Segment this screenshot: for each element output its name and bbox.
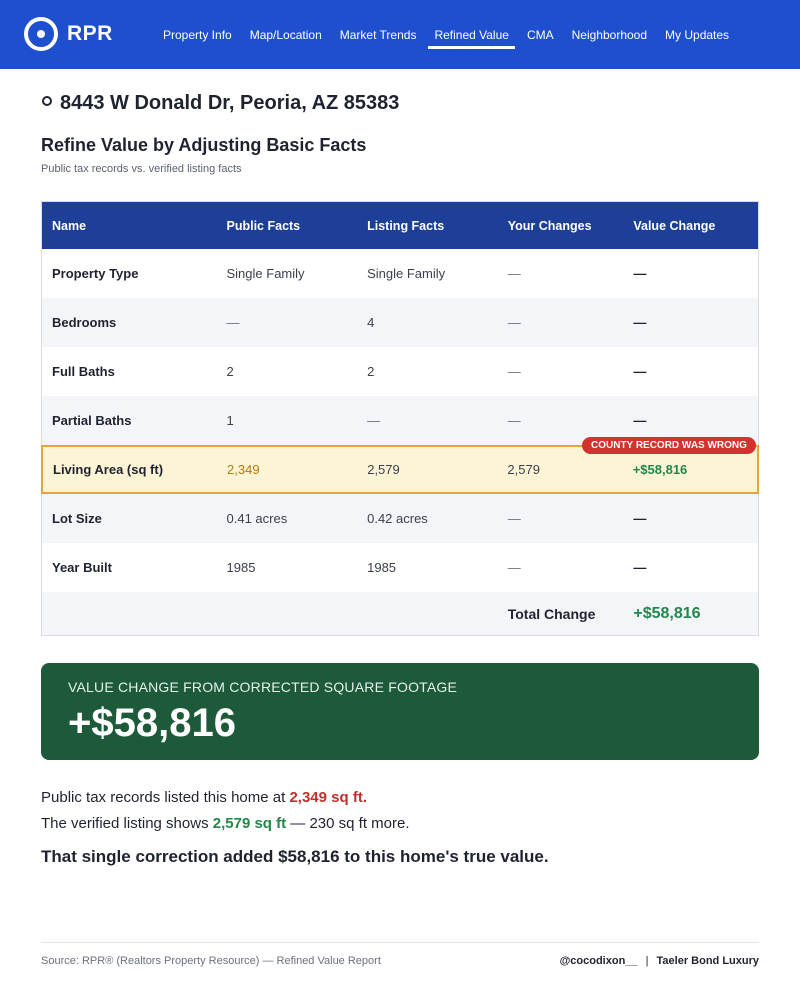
listing-line: The verified listing shows 2,579 sq ft —… <box>41 815 410 832</box>
col-header-listing: Listing Facts <box>367 218 445 233</box>
public-fact: 2 <box>226 364 234 379</box>
your-change[interactable]: — <box>508 511 634 526</box>
rpr-logo-icon <box>24 17 58 51</box>
tax-record-text: Public tax records listed this home at <box>41 789 286 806</box>
row-name: Living Area (sq ft) <box>53 462 164 477</box>
row-name: Property Type <box>52 266 139 281</box>
address-text: 8443 W Donald Dr, Peoria, AZ 85383 <box>60 92 400 114</box>
footer-brokerage: Taeler Bond Luxury <box>656 955 759 967</box>
your-change[interactable]: 2,579 <box>507 462 632 477</box>
listing-fact: 2 <box>367 364 375 379</box>
row-name: Partial Baths <box>52 413 132 428</box>
table-row-highlighted[interactable]: COUNTY RECORD WAS WRONG Living Area (sq … <box>41 437 759 494</box>
your-change[interactable]: — <box>508 413 634 428</box>
listing-sqft: 2,579 sq ft <box>212 815 287 832</box>
your-change[interactable]: — <box>508 364 634 379</box>
public-fact: — <box>226 315 240 330</box>
table-row[interactable]: Full Baths 2 2 — — <box>42 347 758 396</box>
table-row[interactable]: Lot Size 0.41 acres 0.42 acres — — <box>42 494 758 543</box>
listing-fact: Single Family <box>367 266 446 281</box>
your-change[interactable]: — <box>508 315 634 330</box>
section-subtitle: Public tax records vs. verified listing … <box>41 163 242 175</box>
table-row[interactable]: Bedrooms — 4 — — <box>42 298 758 347</box>
table-header-row: Name Public Facts Listing Facts Your Cha… <box>42 202 758 249</box>
col-header-public: Public Facts <box>226 218 301 233</box>
main-nav: Property Info Map/Location Market Trends… <box>154 0 738 69</box>
tax-record-sqft: 2,349 sq ft. <box>289 789 367 806</box>
nav-cma[interactable]: CMA <box>518 0 563 69</box>
property-address: 8443 W Donald Dr, Peoria, AZ 85383 <box>42 92 399 115</box>
nav-property-info[interactable]: Property Info <box>154 0 241 69</box>
public-fact: 0.41 acres <box>226 511 288 526</box>
col-header-value-change: Value Change <box>633 218 716 233</box>
total-change-label: Total Change <box>507 605 596 622</box>
listing-fact: — <box>367 413 381 428</box>
your-change[interactable]: — <box>508 560 634 575</box>
callout-label: VALUE CHANGE FROM CORRECTED SQUARE FOOTA… <box>68 679 458 695</box>
callout-value: +$58,816 <box>68 701 236 745</box>
listing-diff-text: — 230 sq ft more. <box>290 815 410 832</box>
table-row[interactable]: Property Type Single Family Single Famil… <box>42 249 758 298</box>
value-change: — <box>633 413 647 428</box>
your-change[interactable]: — <box>508 266 634 281</box>
footer-handle[interactable]: @cocodixon__ <box>560 955 638 967</box>
conclusion-text: That single correction added $58,816 to … <box>41 847 549 866</box>
basic-facts-table: Name Public Facts Listing Facts Your Cha… <box>41 201 759 636</box>
listing-fact: 0.42 acres <box>367 511 428 526</box>
location-pin-icon <box>42 96 52 106</box>
section-title: Refine Value by Adjusting Basic Facts <box>41 135 367 155</box>
tax-record-line: Public tax records listed this home at 2… <box>41 789 367 806</box>
listing-fact: 4 <box>367 315 375 330</box>
nav-my-updates[interactable]: My Updates <box>656 0 738 69</box>
nav-market-trends[interactable]: Market Trends <box>331 0 426 69</box>
value-change: — <box>633 511 647 526</box>
listing-fact: 2,579 <box>367 462 400 477</box>
col-header-changes: Your Changes <box>507 218 592 233</box>
value-change-callout: VALUE CHANGE FROM CORRECTED SQUARE FOOTA… <box>41 663 759 760</box>
rpr-logo[interactable]: RPR <box>24 17 113 51</box>
row-name: Bedrooms <box>52 315 117 330</box>
row-name: Lot Size <box>52 511 102 526</box>
public-fact: 1985 <box>226 560 256 575</box>
top-nav-bar: RPR Property Info Map/Location Market Tr… <box>0 0 800 69</box>
footer-credits: @cocodixon__ | Taeler Bond Luxury <box>560 955 759 967</box>
row-name: Full Baths <box>52 364 115 379</box>
col-header-name: Name <box>52 218 87 233</box>
footer-divider <box>41 942 759 943</box>
value-change: — <box>633 266 647 281</box>
nav-neighborhood[interactable]: Neighborhood <box>563 0 656 69</box>
listing-fact: 1985 <box>367 560 397 575</box>
value-change: — <box>633 364 647 379</box>
total-row: Total Change +$58,816 <box>42 592 758 635</box>
public-fact: 1 <box>226 413 234 428</box>
county-record-wrong-badge: COUNTY RECORD WAS WRONG <box>582 437 756 454</box>
nav-map-location[interactable]: Map/Location <box>241 0 331 69</box>
value-change: — <box>633 315 647 330</box>
total-change-value: +$58,816 <box>633 604 701 622</box>
table-row[interactable]: Year Built 1985 1985 — — <box>42 543 758 592</box>
listing-text: The verified listing shows <box>41 815 209 832</box>
footer-separator: | <box>645 955 649 967</box>
row-name: Year Built <box>52 560 112 575</box>
public-fact: 2,349 <box>227 462 260 477</box>
value-change: — <box>633 560 647 575</box>
value-change: +$58,816 <box>632 462 688 477</box>
footer-source: Source: RPR® (Realtors Property Resource… <box>41 955 381 967</box>
public-fact: Single Family <box>226 266 305 281</box>
nav-refined-value[interactable]: Refined Value <box>425 0 518 69</box>
logo-text: RPR <box>67 22 113 45</box>
